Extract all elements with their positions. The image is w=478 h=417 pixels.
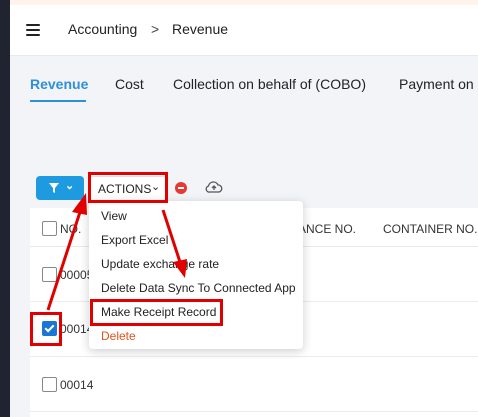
annotation-arrows (46, 193, 187, 311)
